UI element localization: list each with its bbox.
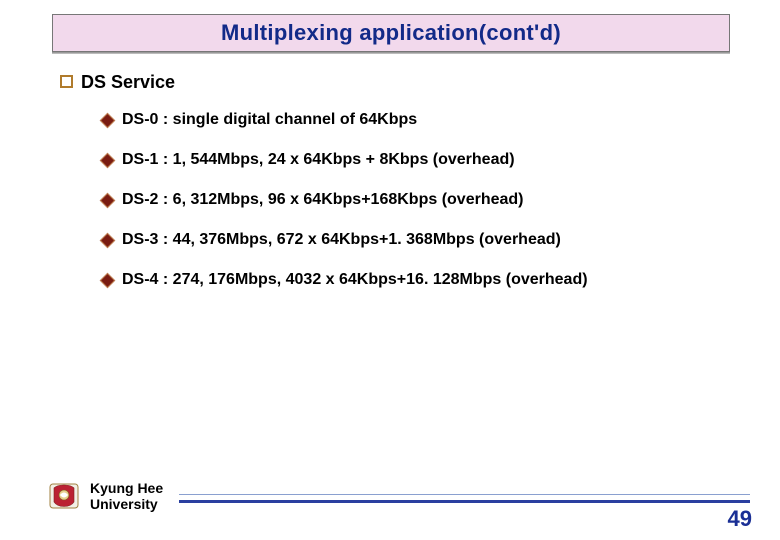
page-number: 49 xyxy=(728,506,752,532)
list-item: DS-2 : 6, 312Mbps, 96 x 64Kbps+168Kbps (… xyxy=(100,191,720,209)
footer-divider xyxy=(179,494,750,503)
list-item: DS-3 : 44, 376Mbps, 672 x 64Kbps+1. 368M… xyxy=(100,231,720,249)
footer: Kyung Hee University xyxy=(46,472,750,520)
slide: Multiplexing application(cont'd) DS Serv… xyxy=(0,0,780,540)
diamond-bullet-icon xyxy=(100,113,114,127)
university-crest-icon xyxy=(46,478,82,514)
section-label: DS Service xyxy=(81,72,175,93)
list-item: DS-1 : 1, 544Mbps, 24 x 64Kbps + 8Kbps (… xyxy=(100,151,720,169)
diamond-bullet-icon xyxy=(100,273,114,287)
item-text: DS-2 : 6, 312Mbps, 96 x 64Kbps+168Kbps (… xyxy=(122,191,523,209)
item-text: DS-0 : single digital channel of 64Kbps xyxy=(122,111,417,129)
university-line1: Kyung Hee xyxy=(90,480,163,496)
content-area: DS Service DS-0 : single digital channel… xyxy=(60,72,720,311)
slide-title: Multiplexing application(cont'd) xyxy=(221,20,561,46)
list-item: DS-0 : single digital channel of 64Kbps xyxy=(100,111,720,129)
square-bullet-icon xyxy=(60,75,73,88)
title-bar: Multiplexing application(cont'd) xyxy=(52,14,730,52)
list-item: DS-4 : 274, 176Mbps, 4032 x 64Kbps+16. 1… xyxy=(100,271,720,289)
item-list: DS-0 : single digital channel of 64Kbps … xyxy=(100,111,720,289)
item-text: DS-4 : 274, 176Mbps, 4032 x 64Kbps+16. 1… xyxy=(122,271,588,289)
university-line2: University xyxy=(90,496,163,512)
university-name: Kyung Hee University xyxy=(90,480,163,512)
item-text: DS-3 : 44, 376Mbps, 672 x 64Kbps+1. 368M… xyxy=(122,231,561,249)
diamond-bullet-icon xyxy=(100,233,114,247)
section-heading: DS Service xyxy=(60,72,720,93)
diamond-bullet-icon xyxy=(100,193,114,207)
diamond-bullet-icon xyxy=(100,153,114,167)
item-text: DS-1 : 1, 544Mbps, 24 x 64Kbps + 8Kbps (… xyxy=(122,151,515,169)
